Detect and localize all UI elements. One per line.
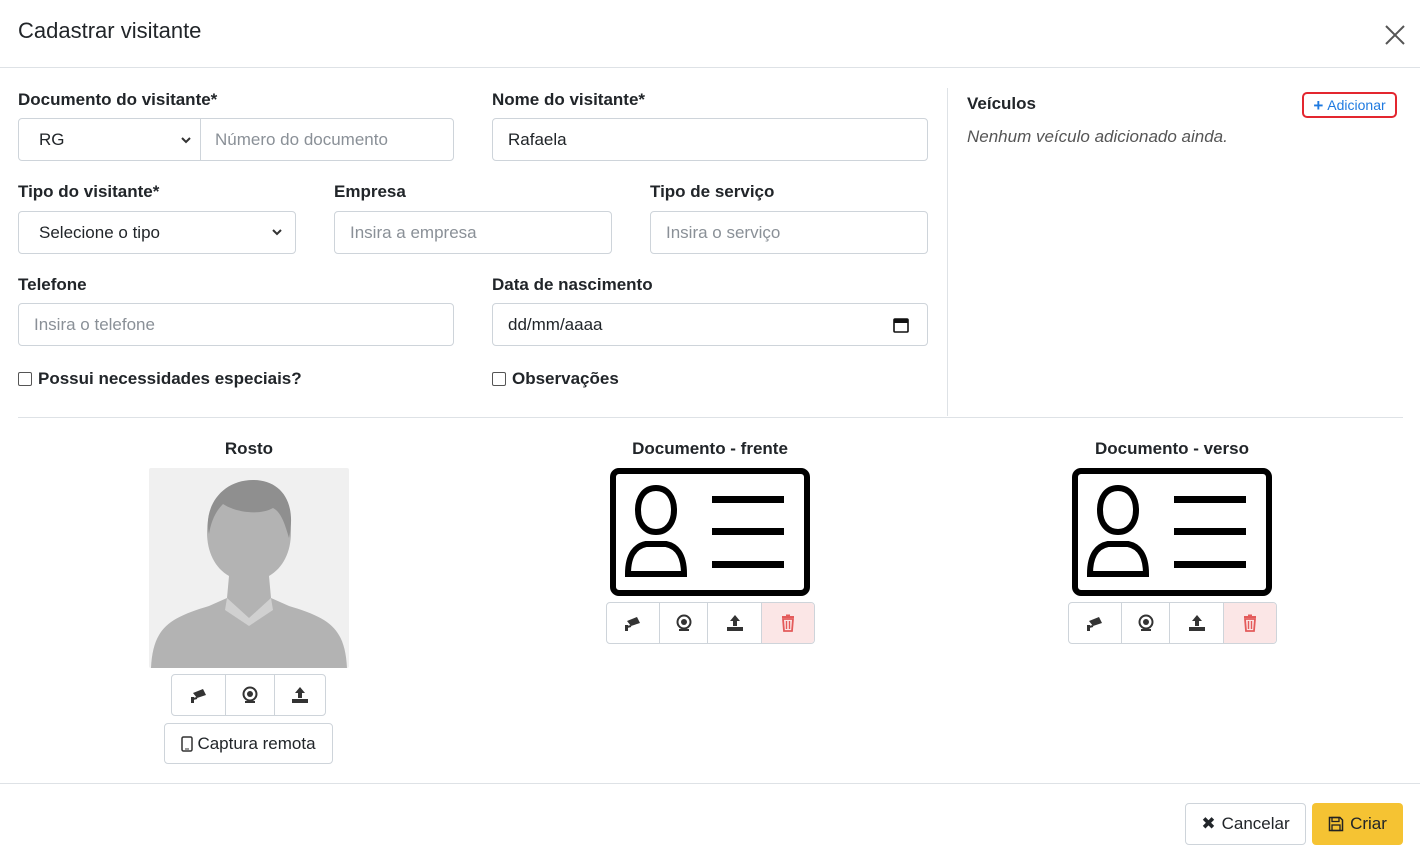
upload-icon <box>1188 615 1205 631</box>
horizontal-divider <box>18 417 1403 418</box>
empresa-input[interactable]: Insira a empresa <box>334 211 612 254</box>
upload-button[interactable] <box>1170 603 1224 643</box>
checkbox-box[interactable] <box>18 372 32 386</box>
upload-icon <box>292 687 308 703</box>
checkbox-box[interactable] <box>492 372 506 386</box>
nome-label: Nome do visitante* <box>492 90 646 109</box>
upload-button[interactable] <box>708 603 762 643</box>
telefone-label: Telefone <box>18 275 87 294</box>
cancel-button[interactable]: ✖ Cancelar <box>1185 803 1306 845</box>
documento-type-select[interactable]: RG <box>19 119 201 160</box>
frente-capture-buttons <box>606 602 815 644</box>
cctv-camera-icon <box>1087 617 1102 631</box>
upload-button[interactable] <box>275 675 325 715</box>
tipo-select[interactable]: Selecione o tipo <box>18 211 296 254</box>
rosto-title: Rosto <box>224 439 274 458</box>
verso-title: Documento - verso <box>1095 439 1249 458</box>
documento-type-value: RG <box>39 129 65 149</box>
telefone-input[interactable]: Insira o telefone <box>18 303 454 346</box>
cctv-camera-icon <box>625 617 640 631</box>
create-label: Criar <box>1350 814 1387 833</box>
chevron-down-icon <box>272 229 282 236</box>
cancel-label: Cancelar <box>1221 814 1290 833</box>
rosto-capture-buttons <box>171 674 326 716</box>
trash-icon <box>1244 614 1256 632</box>
footer-divider <box>0 783 1420 784</box>
webcam-icon <box>1138 614 1153 631</box>
empresa-label: Empresa <box>334 182 406 201</box>
servico-label: Tipo de serviço <box>650 182 775 201</box>
upload-icon <box>726 615 743 631</box>
close-icon[interactable] <box>1380 20 1410 50</box>
tablet-icon <box>181 735 194 752</box>
nascimento-value: dd/mm/aaaa <box>508 314 603 334</box>
documento-label: Documento do visitante* <box>18 90 218 109</box>
modal-header: Cadastrar visitante <box>0 0 1420 68</box>
webcam-icon <box>676 614 691 631</box>
veiculos-title: Veículos <box>967 94 1036 113</box>
save-icon <box>1328 816 1344 832</box>
times-icon: ✖ <box>1201 814 1216 833</box>
webcam-button[interactable] <box>1122 603 1170 643</box>
remote-capture-button[interactable]: Captura remota <box>164 723 333 764</box>
observacoes-checkbox[interactable]: Observações <box>492 369 619 389</box>
modal-title: Cadastrar visitante <box>18 18 202 43</box>
frente-title: Documento - frente <box>632 439 788 458</box>
face-placeholder-image <box>149 468 349 668</box>
tipo-value: Selecione o tipo <box>39 222 160 242</box>
cctv-camera-button[interactable] <box>172 675 226 715</box>
id-card-back-icon <box>1072 468 1272 596</box>
nome-input[interactable]: Rafaela <box>492 118 928 161</box>
chevron-down-icon <box>181 137 191 144</box>
avatar-silhouette-icon <box>151 480 347 668</box>
add-vehicle-label: Adicionar <box>1327 97 1386 113</box>
cctv-camera-icon <box>190 689 206 703</box>
especiais-label: Possui necessidades especiais? <box>38 369 302 388</box>
especiais-checkbox[interactable]: Possui necessidades especiais? <box>18 369 302 389</box>
documento-number-input[interactable]: Número do documento <box>201 119 453 160</box>
webcam-icon <box>242 686 258 703</box>
webcam-button[interactable] <box>226 675 275 715</box>
documento-group: RG Número do documento <box>18 118 454 161</box>
delete-button[interactable] <box>1224 603 1276 643</box>
calendar-icon[interactable] <box>893 317 909 333</box>
id-card-front-icon <box>610 468 810 596</box>
cctv-camera-button[interactable] <box>607 603 660 643</box>
observacoes-label: Observações <box>512 369 619 388</box>
servico-input[interactable]: Insira o serviço <box>650 211 928 254</box>
nascimento-label: Data de nascimento <box>492 275 653 294</box>
trash-icon <box>782 614 794 632</box>
verso-capture-buttons <box>1068 602 1277 644</box>
vertical-divider <box>947 88 948 416</box>
cctv-camera-button[interactable] <box>1069 603 1122 643</box>
remote-capture-label: Captura remota <box>197 733 316 753</box>
delete-button[interactable] <box>762 603 814 643</box>
create-button[interactable]: Criar <box>1312 803 1403 845</box>
plus-icon: + <box>1313 95 1324 115</box>
webcam-button[interactable] <box>660 603 708 643</box>
veiculos-empty-text: Nenhum veículo adicionado ainda. <box>967 127 1228 146</box>
add-vehicle-button[interactable]: + Adicionar <box>1302 92 1397 118</box>
nascimento-input[interactable]: dd/mm/aaaa <box>492 303 928 346</box>
tipo-label: Tipo do visitante* <box>18 182 160 201</box>
